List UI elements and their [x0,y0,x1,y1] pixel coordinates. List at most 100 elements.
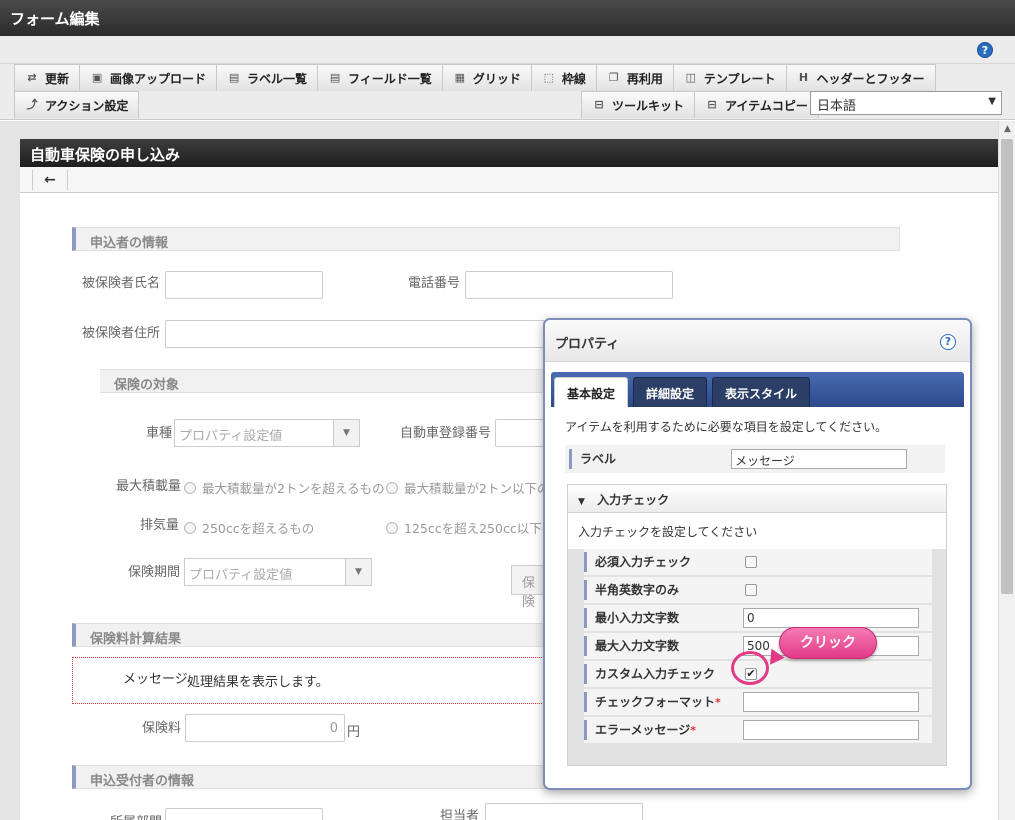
label-person-in-charge: 担当者 [440,809,480,820]
insured-address-input[interactable] [165,320,545,348]
phone-input[interactable] [465,271,673,299]
chevron-down-icon: ▼ [345,559,371,585]
item-copy-icon: ⊟ [707,98,717,111]
label-property-input[interactable]: メッセージ [731,449,907,469]
message-item[interactable]: メッセージ 処理結果を表示します。 [72,657,552,704]
required-check-row: 必須入力チェック [584,549,932,575]
help-bar: ? [0,36,1015,64]
toolbar-row-1: ⇄ 更新 ▣ 画像アップロード ▤ ラベル一覧 ▤ フィールド一覧 ▦ グリッド ⬚ 枠線 … [14,64,936,91]
radio-load-over-2t[interactable]: 最大積載量が2トンを超えるもの [184,478,385,497]
check-format-row: チェックフォーマット* [584,689,932,715]
image-upload-button[interactable]: ▣ 画像アップロード [79,64,218,91]
grid-button[interactable]: ▦ グリッド [441,64,532,91]
person-in-charge-input[interactable] [485,803,643,820]
section-coverage: 保険の対象 [100,369,548,393]
chevron-down-icon: ▼ [988,96,996,107]
arrow-left-icon: ← [44,172,56,188]
premium-unit: 円 [347,725,361,740]
grid-icon: ▦ [454,71,466,84]
error-message-row: エラーメッセージ* [584,717,932,743]
radio-cc-125-250[interactable]: 125ccを超え250cc以下の [386,518,554,537]
border-icon: ⬚ [543,71,555,84]
toolbar-row-2: ⤴ アクション設定 [14,91,140,118]
section-receiver: 申込受付者の情報 [72,765,550,789]
insured-name-input[interactable] [165,271,323,299]
label-list-button[interactable]: ▤ ラベル一覧 [216,64,319,91]
required-check-checkbox[interactable] [745,556,757,568]
label-insured-name: 被保険者氏名 [82,276,161,291]
action-settings-button[interactable]: ⤴ アクション設定 [14,91,140,118]
label-property-name: ラベル [569,449,616,469]
back-button[interactable]: ← [32,170,68,190]
label-car-reg-no: 自動車登録番号 [400,426,492,441]
alnum-check-row: 半角英数字のみ [584,577,932,603]
reuse-button[interactable]: ❐ 再利用 [595,64,674,91]
premium-input[interactable]: 0 [185,714,345,742]
chevron-down-icon: ▼ [333,420,359,446]
input-check-header[interactable]: ▼ 入力チェック [568,485,946,513]
triangle-down-icon: ▼ [578,497,585,507]
dialog-tabbar: 基本設定 詳細設定 表示スタイル [551,372,964,407]
min-length-row: 最小入力文字数 0 [584,605,932,631]
toolkit-icon: ⊟ [594,98,604,111]
car-reg-no-input[interactable] [495,419,545,447]
insurance-period-select[interactable]: プロパティ設定値 ▼ [184,558,372,586]
label-max-load: 最大積載量 [116,479,182,494]
language-select[interactable]: 日本語 ▼ [810,91,1002,115]
field-list-icon: ▤ [329,71,341,84]
input-check-description: 入力チェックを設定してください [578,525,758,539]
input-check-panel: ▼ 入力チェック 入力チェックを設定してください 必須入力チェック 半角英数字の… [567,484,947,766]
section-applicant: 申込者の情報 [72,227,900,251]
header-footer-button[interactable]: H ヘッダーとフッター [785,64,936,91]
field-list-button[interactable]: ▤ フィールド一覧 [317,64,443,91]
message-text: 処理結果を表示します。 [187,675,329,690]
min-length-input[interactable]: 0 [743,608,919,628]
form-title: 自動車保険の申し込み [20,139,998,167]
section-calc-result: 保険料計算結果 [72,623,550,647]
update-icon: ⇄ [27,71,37,84]
property-dialog: プロパティ ? 基本設定 詳細設定 表示スタイル アイテムを利用するために必要な… [543,318,972,790]
required-mark: * [715,696,721,709]
tab-detail-settings[interactable]: 詳細設定 [633,377,708,407]
label-insured-address: 被保険者住所 [82,326,161,341]
dialog-title: プロパティ ? [545,320,970,362]
image-upload-icon: ▣ [91,71,103,84]
label-car-type: 車種 [146,426,173,441]
label-property-row: ラベル メッセージ [565,445,945,473]
car-type-select[interactable]: プロパティ設定値 ▼ [174,419,360,447]
click-callout: クリック [779,627,877,659]
label-insurance-period: 保険期間 [128,565,181,580]
window-title: フォーム編集 [0,0,1015,36]
scroll-up-icon[interactable]: ▲ [999,121,1015,138]
tab-basic-settings[interactable]: 基本設定 [554,377,629,407]
border-button[interactable]: ⬚ 枠線 [530,64,597,91]
highlight-ring [731,651,769,685]
label-list-icon: ▤ [228,71,240,84]
template-button[interactable]: ◫ テンプレート [672,64,787,91]
dialog-description: アイテムを利用するために必要な項目を設定してください。 [565,420,888,434]
vertical-scrollbar[interactable]: ▲ [998,121,1015,820]
radio-cc-over-250[interactable]: 250ccを超えるもの [184,518,314,537]
item-copy-button[interactable]: ⊟ アイテムコピー [694,91,819,118]
department-input[interactable] [165,808,323,820]
radio-load-under-2t[interactable]: 最大積載量が2トン以下の [386,478,549,497]
toolbar-row-2-right: ⊟ ツールキット ⊟ アイテムコピー [581,91,819,118]
alnum-check-checkbox[interactable] [745,584,757,596]
tab-display-style[interactable]: 表示スタイル [712,377,811,407]
error-message-input[interactable] [743,720,919,740]
dialog-help-icon[interactable]: ? [940,334,956,350]
scrollbar-thumb[interactable] [1001,139,1013,594]
help-icon[interactable]: ? [977,42,993,58]
reuse-icon: ❐ [608,71,619,84]
action-settings-icon: ⤴ [26,98,38,111]
toolbar: ⇄ 更新 ▣ 画像アップロード ▤ ラベル一覧 ▤ フィールド一覧 ▦ グリッド ⬚ 枠線 … [0,64,1015,120]
toolkit-button[interactable]: ⊟ ツールキット [581,91,696,118]
check-format-input[interactable] [743,692,919,712]
label-department: 所属部門 [110,811,162,820]
label-premium: 保険料 [142,721,182,736]
label-displacement: 排気量 [140,518,180,533]
update-button[interactable]: ⇄ 更新 [14,64,81,91]
header-footer-icon: H [798,71,809,84]
form-nav: ← [20,167,998,193]
label-message: メッセージ [123,672,188,687]
